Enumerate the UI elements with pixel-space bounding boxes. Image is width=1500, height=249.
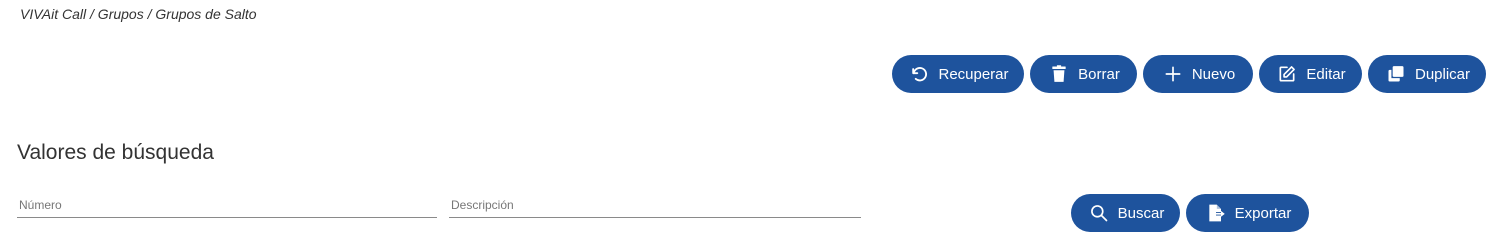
editar-button[interactable]: Editar xyxy=(1259,55,1362,93)
descripcion-field xyxy=(449,196,861,218)
numero-field xyxy=(17,196,437,218)
duplicar-label: Duplicar xyxy=(1414,65,1471,83)
undo-icon xyxy=(909,64,929,84)
borrar-button[interactable]: Borrar xyxy=(1030,55,1137,93)
export-icon xyxy=(1206,203,1226,223)
buscar-button[interactable]: Buscar xyxy=(1071,194,1180,232)
search-actions: Buscar Exportar xyxy=(1071,194,1309,232)
nuevo-button[interactable]: Nuevo xyxy=(1143,55,1253,93)
duplicar-button[interactable]: Duplicar xyxy=(1368,55,1486,93)
exportar-label: Exportar xyxy=(1234,204,1292,222)
nuevo-label: Nuevo xyxy=(1191,65,1236,83)
plus-icon xyxy=(1163,64,1183,84)
search-icon xyxy=(1089,203,1109,223)
toolbar: Recuperar Borrar Nuevo Editar Duplicar xyxy=(892,55,1486,93)
page: VIVAit Call / Grupos / Grupos de Salto R… xyxy=(0,0,1500,249)
copy-icon xyxy=(1386,64,1406,84)
search-section-title: Valores de búsqueda xyxy=(17,141,214,164)
editar-label: Editar xyxy=(1306,65,1346,83)
edit-icon xyxy=(1277,64,1297,84)
buscar-label: Buscar xyxy=(1117,204,1165,222)
trash-icon xyxy=(1049,64,1069,84)
borrar-label: Borrar xyxy=(1078,65,1120,83)
descripcion-input[interactable] xyxy=(449,196,861,214)
recuperar-label: Recuperar xyxy=(938,65,1009,83)
numero-input[interactable] xyxy=(17,196,437,214)
exportar-button[interactable]: Exportar xyxy=(1186,194,1309,232)
breadcrumb: VIVAit Call / Grupos / Grupos de Salto xyxy=(20,6,257,22)
recuperar-button[interactable]: Recuperar xyxy=(892,55,1024,93)
